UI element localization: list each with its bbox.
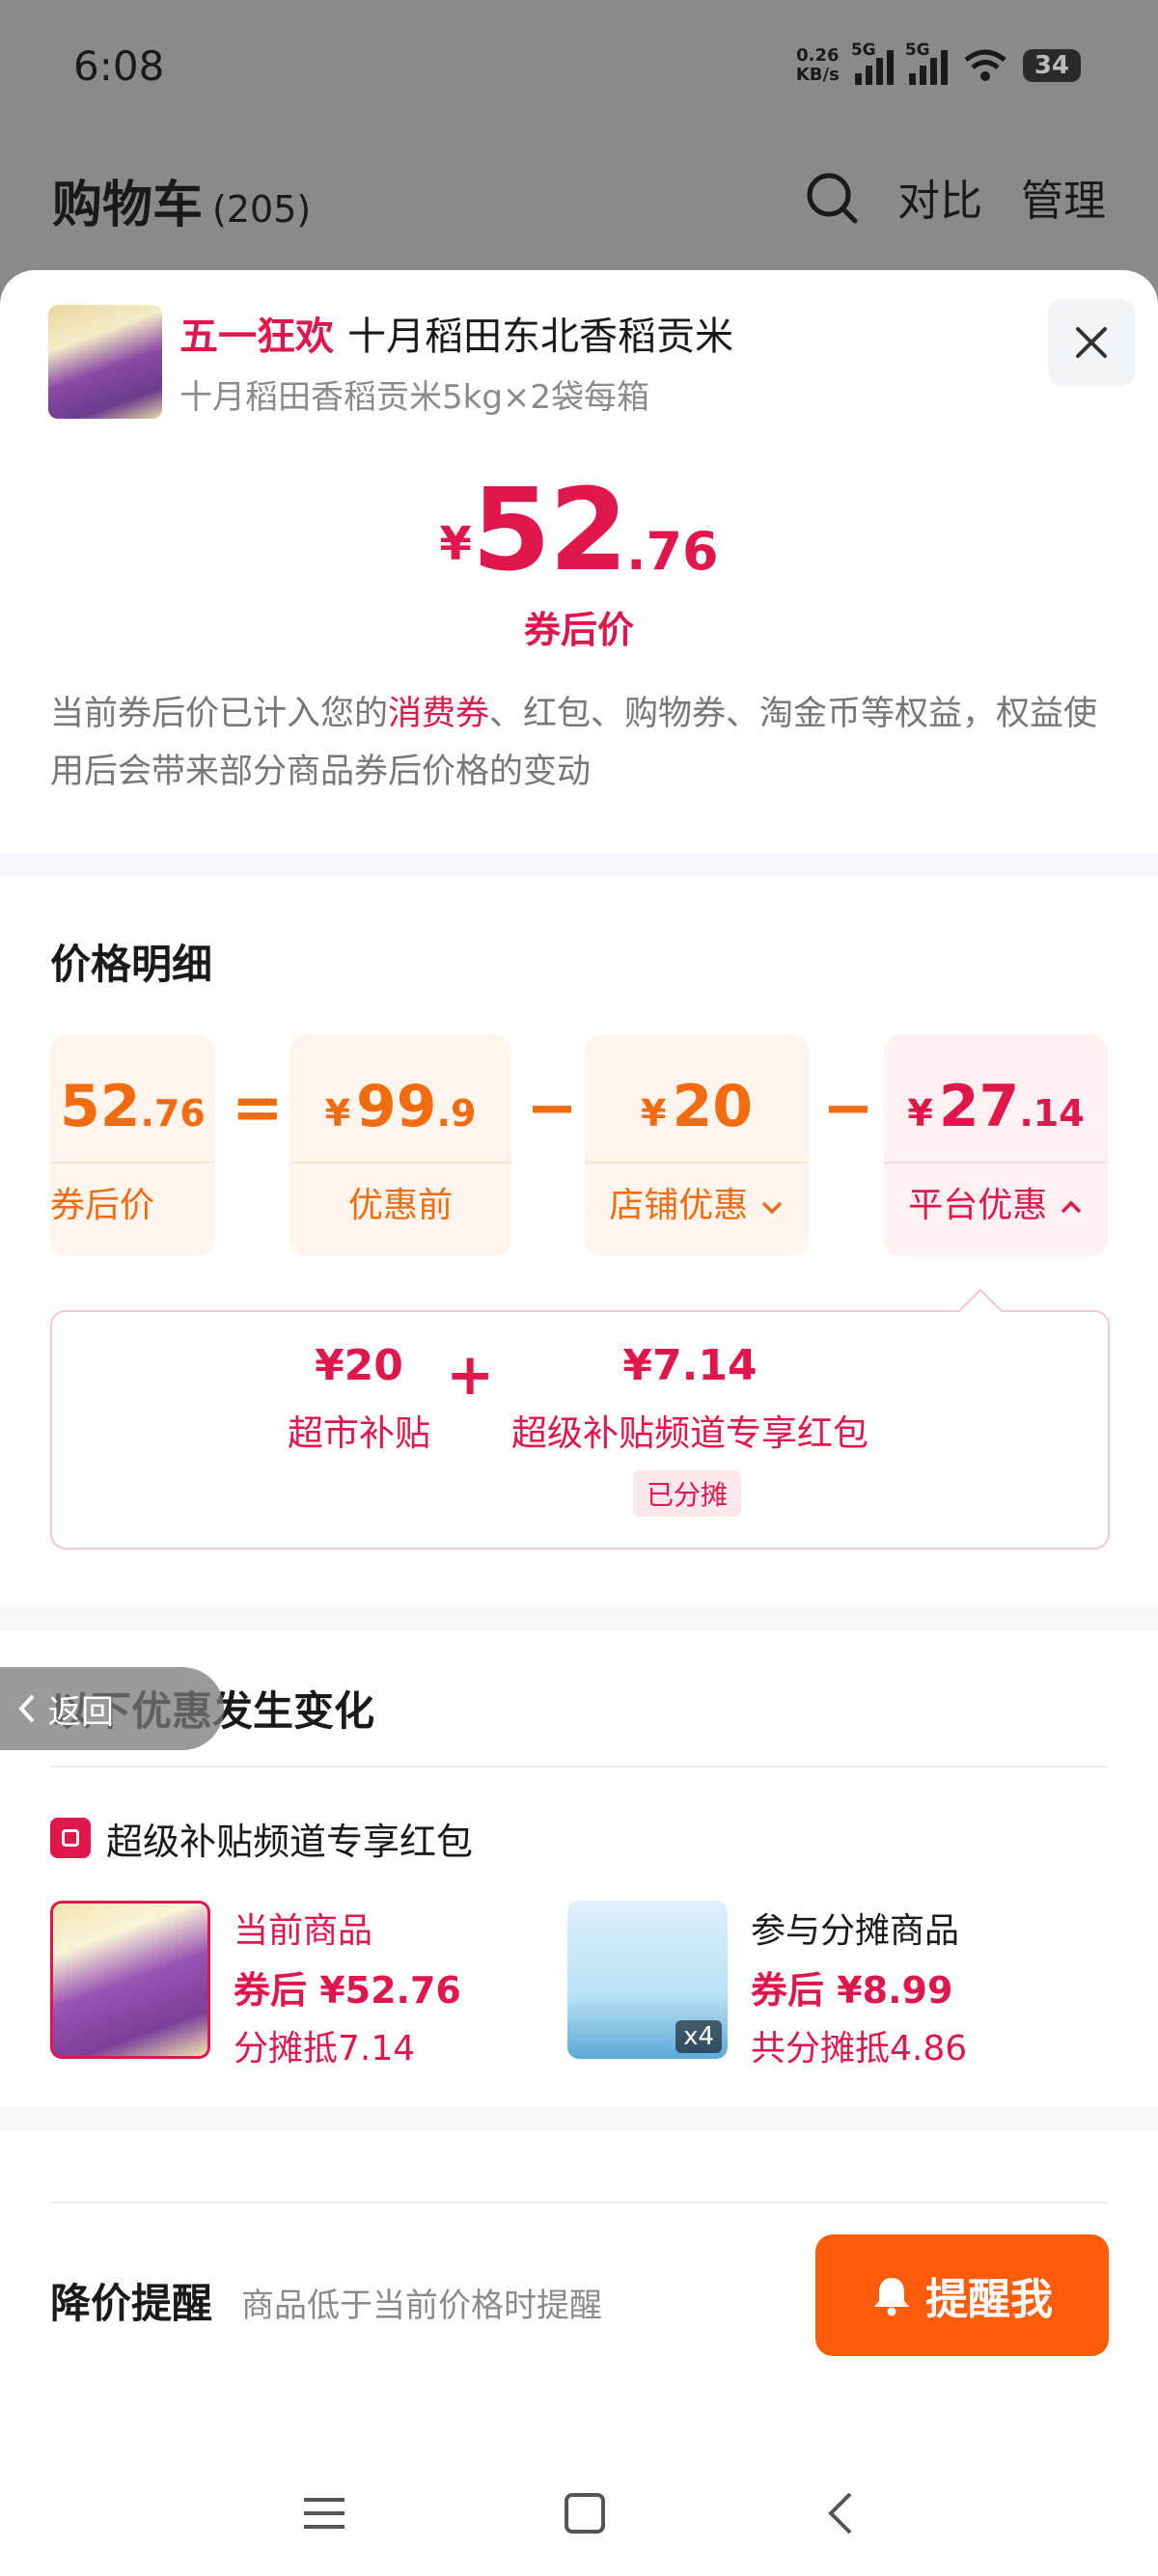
minus-sign: − (822, 1073, 874, 1144)
close-icon (1076, 327, 1107, 358)
header-actions: 对比 管理 (803, 166, 1106, 228)
quantity-badge: x4 (676, 2020, 722, 2053)
network-speed: 0.26 KB/s (795, 45, 840, 85)
close-button[interactable] (1048, 299, 1135, 386)
manage-button[interactable]: 管理 (1021, 166, 1106, 228)
chevron-left-icon (18, 1694, 35, 1723)
original-price-card: ¥99.9 优惠前 (290, 1034, 511, 1256)
status-time: 6:08 (73, 42, 165, 90)
bell-icon (874, 2278, 909, 2316)
super-subsidy-redpack: ¥7.14 超级补贴频道专享红包 (511, 1341, 868, 1454)
product-title: 五一狂欢 十月稻田东北香稻贡米 (179, 305, 733, 361)
section-divider (0, 1607, 1158, 1631)
current-goods-image[interactable] (50, 1901, 210, 2059)
shared-goods-label: 参与分摊商品 (751, 1911, 960, 1951)
chevron-up-icon (1061, 1200, 1081, 1214)
current-goods-label: 当前商品 (234, 1911, 373, 1951)
divider-line (50, 2202, 1108, 2204)
equals-sign: = (232, 1073, 284, 1144)
current-goods-share: 分摊抵7.14 (234, 2029, 416, 2069)
consumption-coupon-link[interactable]: 消费券 (388, 695, 489, 733)
breakdown-title: 价格明细 (50, 941, 213, 988)
price-drop-desc: 商品低于当前价格时提醒 (241, 2287, 602, 2325)
chevron-down-icon (761, 1201, 782, 1215)
coupon-price: ¥52.76 (439, 463, 719, 596)
promo-tag: 五一狂欢 (179, 315, 334, 359)
redpack-title: 超级补贴频道专享红包 (106, 1821, 474, 1863)
shared-goods-image[interactable]: x4 (567, 1901, 728, 2059)
compare-button[interactable]: 对比 (897, 166, 982, 228)
minus-sign: − (526, 1073, 578, 1144)
store-discount-card[interactable]: ¥20 店铺优惠 (585, 1034, 809, 1256)
shared-goods-price: 券后 ¥8.99 (751, 1969, 953, 2012)
search-icon[interactable] (803, 169, 859, 225)
product-thumbnail (48, 305, 162, 419)
battery-indicator: 34 (1022, 49, 1081, 82)
product-name: 十月稻田东北香稻贡米 (347, 315, 733, 359)
shared-goods-share: 共分摊抵4.86 (751, 2029, 968, 2069)
section-divider (0, 2107, 1158, 2130)
signal-icon: 5G (851, 41, 894, 85)
redpack-icon (50, 1818, 91, 1858)
wifi-icon (964, 49, 1006, 81)
current-goods-price: 券后 ¥52.76 (234, 1969, 461, 2012)
home-icon[interactable] (564, 2492, 606, 2535)
platform-discount-card[interactable]: ¥27.14 平台优惠 (884, 1034, 1108, 1256)
product-spec: 十月稻田香稻贡米5kg×2袋每箱 (179, 378, 650, 417)
price-drop-label: 降价提醒 (50, 2280, 213, 2327)
status-bar: 6:08 0.26 KB/s 5G 5G 34 (0, 0, 1158, 135)
price-notice: 当前券后价已计入您的消费券、红包、购物券、淘金币等权益，权益使用后会带来部分商品… (50, 695, 1098, 791)
remind-me-button[interactable]: 提醒我 (815, 2234, 1109, 2356)
plus-sign: + (446, 1341, 495, 1409)
divider-line (50, 1766, 1108, 1768)
result-card: 52.76 券后价 (50, 1034, 214, 1256)
section-divider (0, 853, 1158, 876)
coupon-price-label: 券后价 (523, 609, 634, 651)
price-detail-sheet: 五一狂欢 十月稻田东北香稻贡米 十月稻田香稻贡米5kg×2袋每箱 ¥52.76 券… (0, 270, 1158, 2576)
shared-badge: 已分摊 (633, 1470, 742, 1517)
menu-icon[interactable] (302, 2494, 346, 2533)
back-icon[interactable] (823, 2490, 856, 2536)
status-icons: 0.26 KB/s 5G 5G 34 (795, 41, 1081, 85)
supermarket-subsidy: ¥20 超市补贴 (288, 1341, 430, 1454)
signal-icon: 5G (905, 41, 948, 85)
cart-count: (205) (212, 188, 312, 231)
back-button[interactable]: 返回 (0, 1667, 224, 1750)
system-nav-bar (0, 2451, 1158, 2576)
page-title: 购物车 (205) (52, 177, 312, 234)
